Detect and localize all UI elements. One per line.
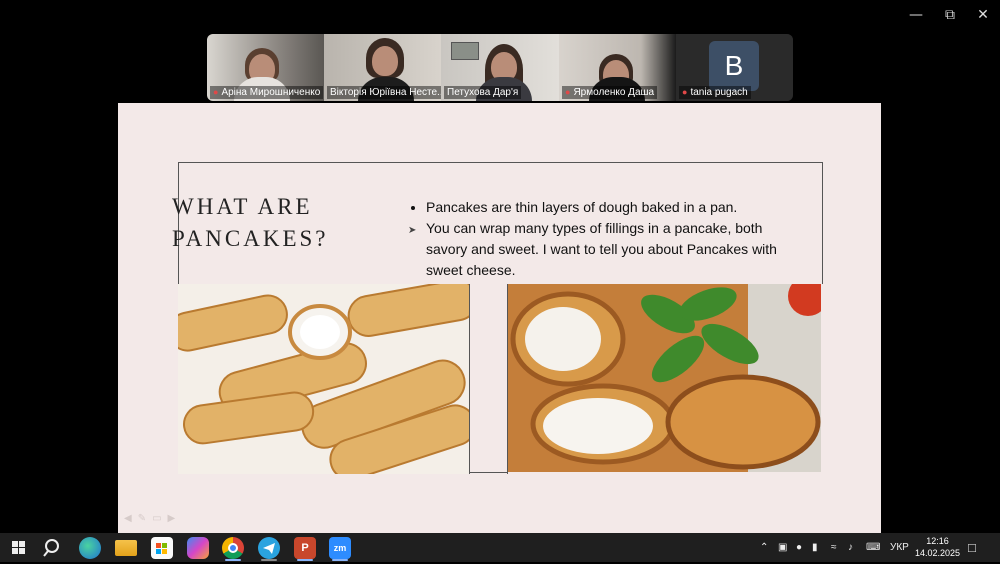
- participant-name: ● tania pugach: [679, 86, 751, 99]
- divider: [469, 472, 508, 473]
- wall-picture: [451, 42, 479, 60]
- store-icon[interactable]: [151, 537, 173, 559]
- zoom-icon[interactable]: zm: [329, 537, 351, 559]
- clock-date: 14.02.2025: [914, 548, 960, 558]
- bullet-item: Pancakes are thin layers of dough baked …: [426, 197, 780, 218]
- participant-name: ● Аріна Мирошниченко: [210, 86, 324, 99]
- avatar: B: [709, 41, 759, 91]
- participant-tile[interactable]: B ● tania pugach: [676, 34, 793, 101]
- participant-tile-active-speaker[interactable]: Петухова Дар'я: [441, 34, 559, 101]
- active-app-indicator: [332, 559, 348, 561]
- microphone-icon[interactable]: ●: [796, 533, 802, 562]
- powerpoint-icon[interactable]: P: [294, 537, 316, 559]
- pancakes-photo-right: [508, 284, 821, 472]
- pancakes-photo-left: [178, 284, 469, 474]
- participant-tile[interactable]: Вікторія Юріївна Несте...: [324, 34, 441, 101]
- copilot-icon[interactable]: [187, 537, 209, 559]
- battery-icon[interactable]: ▮: [812, 533, 818, 562]
- taskbar: P zm ⌃ ▣ ● ▮ ≈ ♪ ⌨ УКР 12:16 14.02.2025 …: [0, 533, 1000, 562]
- app-running-indicator: [261, 559, 277, 561]
- telegram-icon[interactable]: [258, 537, 280, 559]
- clock-time: 12:16: [926, 536, 949, 546]
- participant-name: ● Ярмоленко Даша: [562, 86, 658, 99]
- notifications-icon[interactable]: □: [968, 533, 976, 562]
- slide-paragraph: You can wrap many types of fillings in a…: [426, 220, 777, 278]
- keyboard-icon[interactable]: ⌨: [866, 533, 880, 562]
- title-line: PANCAKES?: [172, 226, 329, 251]
- participant-tile[interactable]: ● Аріна Мирошниченко: [207, 34, 324, 101]
- shared-slide: WHAT ARE PANCAKES? Pancakes are thin lay…: [118, 103, 881, 533]
- participant-name: Петухова Дар'я: [444, 86, 522, 99]
- edge-icon[interactable]: [79, 537, 101, 559]
- slide-title: WHAT ARE PANCAKES?: [172, 191, 329, 255]
- active-app-indicator: [225, 559, 241, 561]
- meet-now-icon[interactable]: ▣: [778, 533, 787, 562]
- show-hidden-icons-icon[interactable]: ⌃: [760, 533, 768, 562]
- mic-muted-icon: ●: [682, 87, 688, 97]
- restore-icon[interactable]: ⧉: [939, 6, 961, 24]
- chrome-icon[interactable]: [222, 537, 244, 559]
- active-app-indicator: [297, 559, 313, 561]
- volume-icon[interactable]: ♪: [848, 533, 853, 562]
- participant-strip: ● Аріна Мирошниченко Вікторія Юріївна Нес…: [207, 34, 793, 101]
- mic-muted-icon: ●: [565, 87, 571, 97]
- slide-toolbar[interactable]: ◀✎▭▶: [124, 513, 181, 524]
- close-icon[interactable]: ✕: [972, 6, 994, 24]
- mic-muted-icon: ●: [213, 87, 219, 97]
- wifi-icon[interactable]: ≈: [831, 533, 837, 562]
- participant-tile[interactable]: ● Ярмоленко Даша: [559, 34, 676, 101]
- divider: [469, 284, 470, 474]
- search-icon[interactable]: [42, 537, 64, 559]
- minimize-icon[interactable]: —: [905, 6, 927, 24]
- mouse-cursor-icon: ➤: [408, 225, 417, 236]
- language-indicator[interactable]: УКР: [890, 533, 909, 562]
- slide-text: Pancakes are thin layers of dough baked …: [410, 197, 780, 281]
- file-explorer-icon[interactable]: [115, 540, 137, 556]
- start-icon[interactable]: [8, 537, 30, 559]
- title-line: WHAT ARE: [172, 194, 313, 219]
- clock[interactable]: 12:16 14.02.2025: [915, 535, 960, 559]
- participant-name: Вікторія Юріївна Несте...: [327, 86, 441, 99]
